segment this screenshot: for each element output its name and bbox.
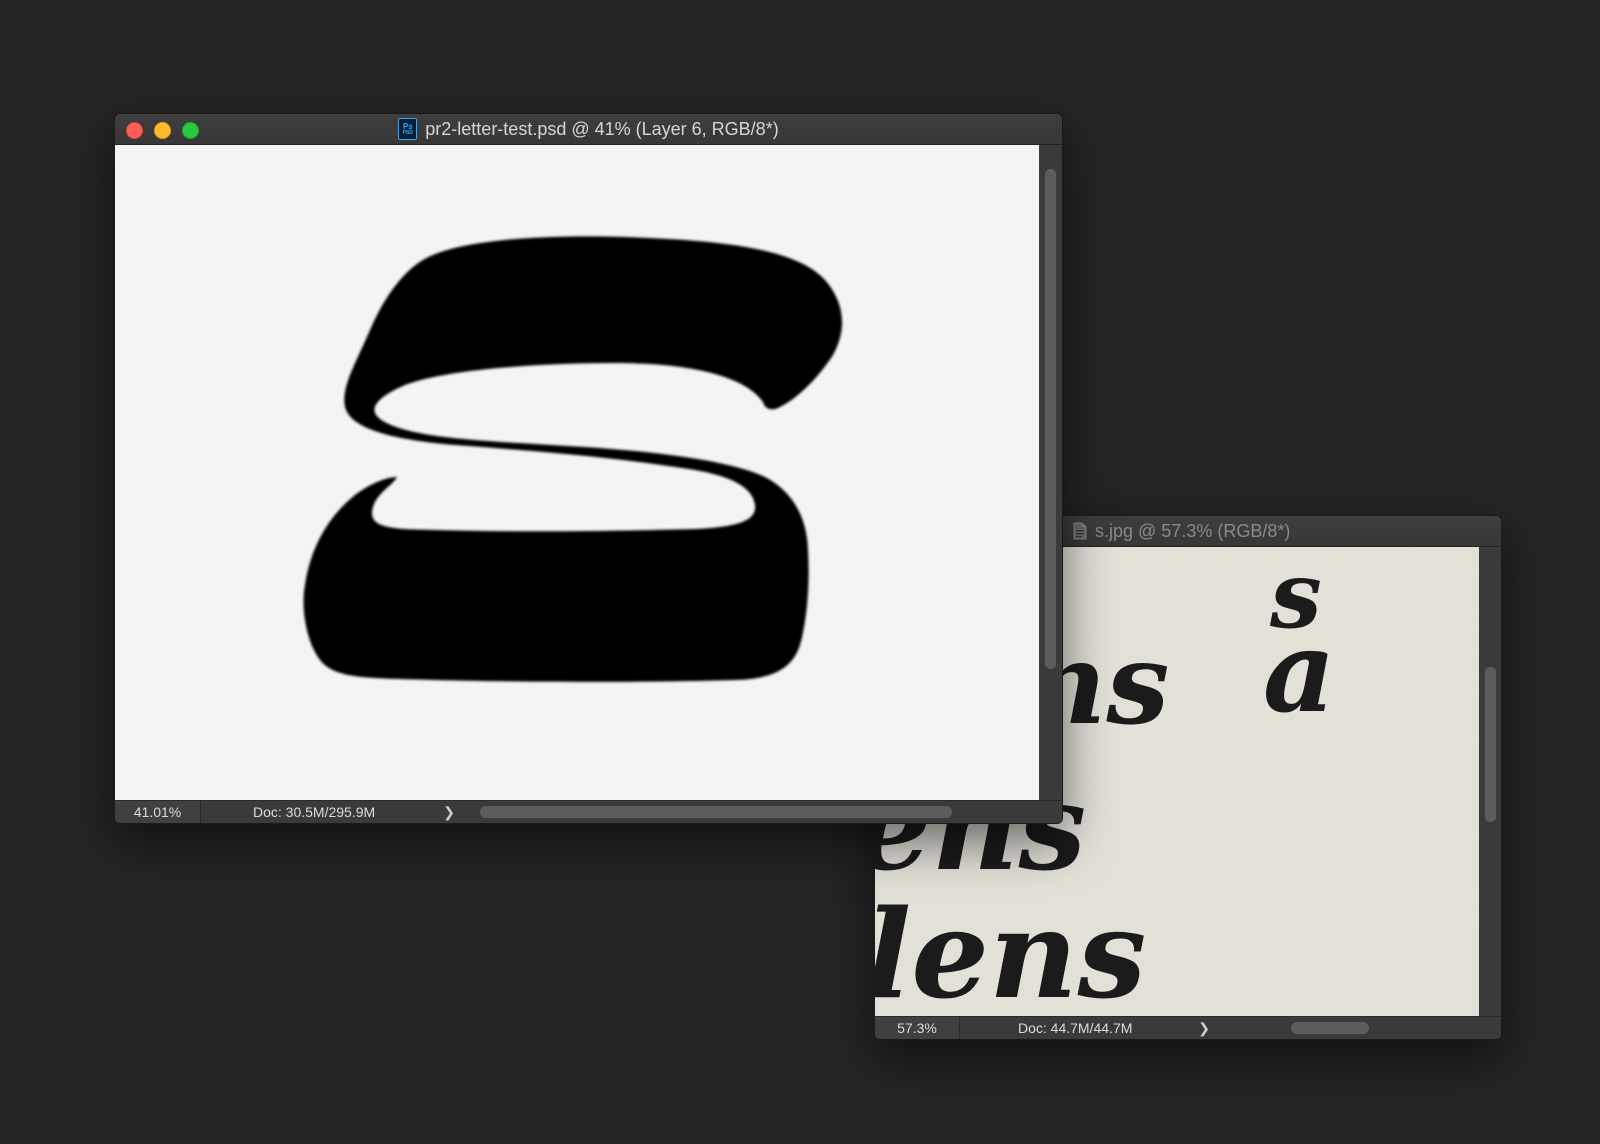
main-status-menu-arrow[interactable]: ❯	[443, 804, 455, 821]
main-document-window[interactable]: Ps PSD pr2-letter-test.psd @ 41% (Layer …	[114, 113, 1063, 824]
jpeg-file-icon	[1073, 522, 1087, 540]
secondary-horizontal-scroll-thumb[interactable]	[1291, 1022, 1369, 1034]
maximize-button[interactable]	[182, 122, 199, 139]
secondary-vertical-scrollbar[interactable]	[1479, 547, 1501, 1017]
letter-s-artwork	[303, 236, 843, 682]
main-doc-info[interactable]: Doc: 30.5M/295.9M ❯	[201, 801, 461, 823]
secondary-window-title: s.jpg @ 57.3% (RGB/8*)	[1095, 520, 1291, 541]
main-window-title: pr2-letter-test.psd @ 41% (Layer 6, RGB/…	[425, 118, 779, 139]
secondary-doc-info[interactable]: Doc: 44.7M/44.7M ❯	[960, 1017, 1218, 1039]
main-horizontal-scroll-thumb[interactable]	[480, 806, 952, 818]
secondary-status-menu-arrow[interactable]: ❯	[1198, 1020, 1210, 1037]
secondary-zoom-field[interactable]: 57.3%	[875, 1017, 960, 1039]
scan-text-lens: lens	[875, 882, 1146, 1017]
main-status-bar: 41.01% Doc: 30.5M/295.9M ❯	[115, 800, 1062, 823]
secondary-vertical-scroll-thumb[interactable]	[1485, 667, 1496, 822]
close-button[interactable]	[126, 122, 143, 139]
main-horizontal-scrollbar[interactable]	[463, 806, 1041, 818]
main-vertical-scroll-thumb[interactable]	[1045, 169, 1056, 669]
main-title-bar[interactable]: Ps PSD pr2-letter-test.psd @ 41% (Layer …	[115, 114, 1062, 145]
window-controls	[126, 122, 199, 139]
scan-letter-a: a	[1263, 607, 1336, 738]
secondary-horizontal-scrollbar[interactable]	[1219, 1022, 1479, 1034]
secondary-status-bar: 57.3% Doc: 44.7M/44.7M ❯	[875, 1016, 1501, 1039]
minimize-button[interactable]	[154, 122, 171, 139]
main-vertical-scrollbar[interactable]	[1039, 145, 1062, 801]
main-zoom-field[interactable]: 41.01%	[115, 801, 201, 823]
photoshop-psd-icon: Ps PSD	[398, 118, 418, 140]
main-canvas[interactable]	[115, 145, 1039, 801]
